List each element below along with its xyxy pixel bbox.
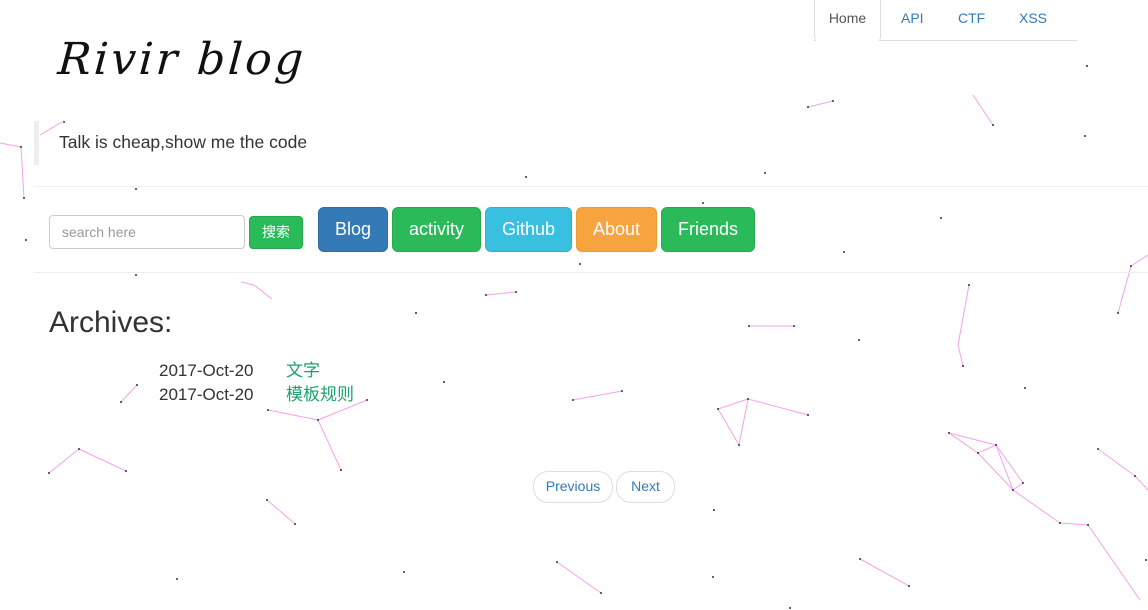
divider-top: [34, 186, 1148, 187]
motto-quote: Talk is cheap,show me the code: [34, 121, 307, 165]
blog-button[interactable]: Blog: [318, 207, 388, 252]
about-button[interactable]: About: [576, 207, 657, 252]
activity-button[interactable]: activity: [392, 207, 481, 252]
tab-api[interactable]: API: [901, 0, 924, 40]
search-input[interactable]: [49, 215, 245, 249]
archive-item: 2017-Oct-20 文字: [159, 356, 320, 381]
top-nav-tabs: Home API CTF XSS: [814, 0, 1077, 41]
github-button[interactable]: Github: [485, 207, 572, 252]
previous-button[interactable]: Previous: [533, 471, 613, 503]
archive-link[interactable]: 文字: [286, 361, 320, 380]
site-logo: Rivir blog: [56, 34, 308, 85]
tab-home[interactable]: Home: [814, 0, 881, 41]
friends-button[interactable]: Friends: [661, 207, 755, 252]
tab-ctf[interactable]: CTF: [958, 0, 985, 40]
next-button[interactable]: Next: [616, 471, 675, 503]
archive-date: 2017-Oct-20: [159, 361, 254, 380]
divider-bottom: [34, 272, 1148, 273]
archive-item: 2017-Oct-20 模板规则: [159, 380, 354, 405]
archive-link[interactable]: 模板规则: [286, 385, 354, 404]
archive-date: 2017-Oct-20: [159, 385, 254, 404]
tab-xss[interactable]: XSS: [1019, 0, 1047, 40]
particle-background: [0, 65, 1148, 609]
archives-title: Archives:: [49, 306, 173, 339]
search-button[interactable]: 搜索: [249, 216, 303, 249]
